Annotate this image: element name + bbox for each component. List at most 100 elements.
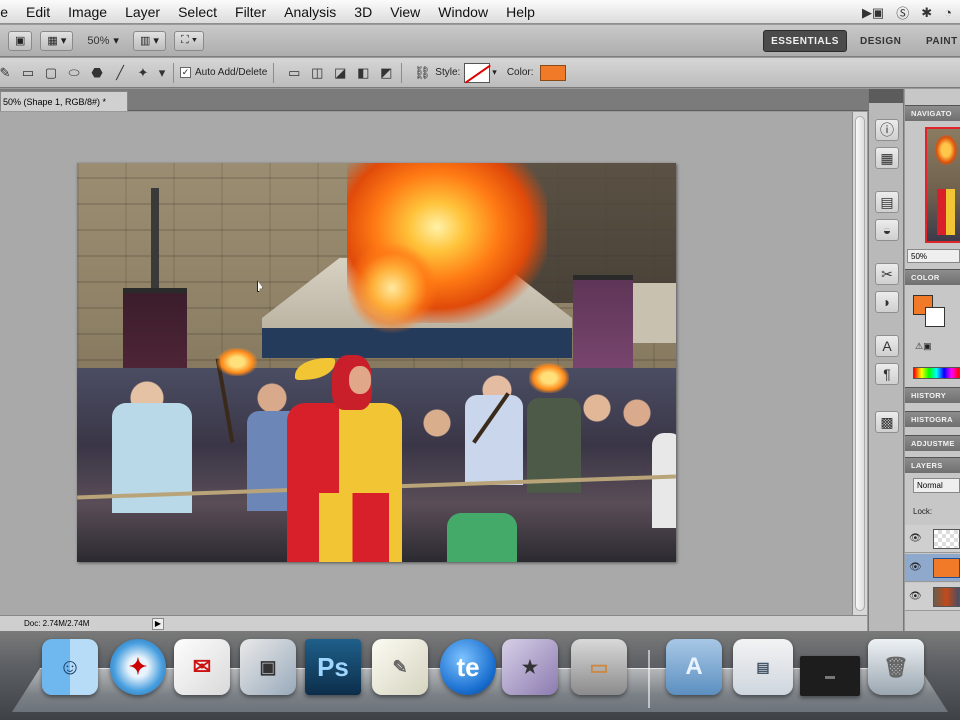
workspace-design[interactable]: DESIGN	[860, 30, 901, 52]
auto-add-delete-checkbox[interactable]: ✓	[180, 67, 191, 78]
exclude-shape-icon[interactable]: ◩	[377, 64, 395, 82]
application-bar: ▣ ▦ ▾ 50% ▾ ▥ ▾ ⛶ ▾ ESSENTIALS DESIGN PA…	[0, 25, 960, 57]
launch-bridge-button[interactable]: ▣	[8, 30, 33, 51]
shape-color-swatch[interactable]	[539, 64, 566, 81]
arrange-documents-button[interactable]: ▥ ▾	[132, 30, 166, 51]
panel-dock-header[interactable]	[869, 89, 903, 103]
document-size: Doc: 2.74M/2.74M	[24, 619, 90, 628]
document-tab[interactable]: 50% (Shape 1, RGB/8#) *	[0, 91, 128, 111]
dock-divider	[648, 650, 650, 708]
divider	[401, 62, 403, 83]
subtract-shape-icon[interactable]: ◪	[331, 64, 349, 82]
masks-icon[interactable]: ◒	[875, 219, 899, 241]
menu-filter[interactable]: Filter	[226, 4, 275, 20]
banner-pole	[151, 188, 159, 293]
iphoto-icon[interactable]: ▣	[240, 639, 296, 695]
status-bar: Doc: 2.74M/2.74M ▶	[0, 615, 867, 631]
vertical-scrollbar[interactable]	[852, 112, 867, 615]
color-panel-tab[interactable]: COLOR	[905, 269, 960, 285]
histogram-panel-tab[interactable]: HISTOGRA	[905, 411, 960, 427]
layer-row-shape-1[interactable]: 👁	[905, 554, 960, 582]
textedit-icon[interactable]: ✎	[372, 639, 428, 695]
applications-folder-icon[interactable]: A	[666, 639, 722, 695]
bluetooth-icon[interactable]: ✱	[921, 5, 932, 21]
mail-icon[interactable]: ✉	[174, 639, 230, 695]
menu-image[interactable]: Image	[59, 4, 116, 20]
keynote-icon[interactable]: ▭	[571, 639, 627, 695]
style-picker[interactable]	[464, 62, 491, 83]
clone-source-icon[interactable]: ▩	[875, 411, 899, 433]
layer-row-background[interactable]: 👁	[905, 583, 960, 611]
color-spectrum-bar[interactable]	[913, 367, 960, 379]
character-icon[interactable]: A	[875, 335, 899, 357]
rectangle-tool-icon[interactable]: ▭	[19, 64, 37, 82]
link-icon[interactable]: ⛓	[413, 64, 431, 82]
chevron-down-icon[interactable]: ▾	[157, 64, 167, 82]
eye-icon[interactable]: 👁	[909, 591, 922, 602]
history-panel-tab[interactable]: HISTORY	[905, 387, 960, 403]
right-panels: NAVIGATO 50% COLOR ⚠▣ HISTORY HISTOGRA A…	[905, 89, 960, 631]
paragraph-icon[interactable]: ¶	[875, 363, 899, 385]
photoshop-icon[interactable]: Ps	[305, 639, 361, 695]
menu-help[interactable]: Help	[497, 4, 544, 20]
status-menu-arrow-icon[interactable]: ▶	[152, 617, 164, 630]
chevron-down-icon[interactable]: ▾	[113, 34, 119, 47]
menu-edit[interactable]: Edit	[17, 4, 59, 20]
layer-row-transparent[interactable]: 👁	[905, 525, 960, 553]
zoom-level-dropdown[interactable]: 50%	[87, 35, 109, 47]
screen-mode-button[interactable]: ⛶ ▾	[173, 30, 205, 51]
intersect-shape-icon[interactable]: ◧	[354, 64, 372, 82]
menu-analysis[interactable]: Analysis	[275, 4, 345, 20]
eye-icon[interactable]: 👁	[909, 562, 922, 573]
styles-icon[interactable]: ▤	[875, 191, 899, 213]
finder-icon[interactable]: ☺	[42, 639, 98, 695]
chevron-down-icon[interactable]: ▾	[492, 67, 497, 78]
thumbnail-fire	[935, 135, 957, 165]
menu-3d[interactable]: 3D	[345, 4, 381, 20]
ellipse-tool-icon[interactable]: ⬭	[65, 64, 83, 82]
navigator-thumbnail[interactable]	[925, 127, 960, 243]
menu-layer[interactable]: Layer	[116, 4, 169, 20]
gamut-warning-icon[interactable]: ⚠▣	[915, 341, 932, 352]
spectator	[652, 433, 676, 528]
blend-mode-dropdown[interactable]: Normal	[913, 478, 960, 493]
safari-icon[interactable]: ✦	[110, 639, 166, 695]
swatches-icon[interactable]: ▦	[875, 147, 899, 169]
custom-shape-tool-icon[interactable]: ✦	[134, 64, 152, 82]
color-label: Color:	[506, 67, 534, 78]
wifi-icon[interactable]: ◔	[944, 5, 952, 20]
spectator	[447, 513, 517, 562]
skype-icon[interactable]: Ⓢ	[896, 3, 909, 22]
workspace-essentials[interactable]: ESSENTIALS	[763, 30, 847, 52]
scrollbar-thumb[interactable]	[855, 116, 865, 611]
fire-breather-photo[interactable]	[77, 163, 676, 562]
imovie-icon[interactable]: ★	[502, 639, 558, 695]
auto-add-delete-label: Auto Add/Delete	[195, 67, 268, 78]
layers-panel-tab[interactable]: LAYERS	[905, 457, 960, 473]
screen-record-icon[interactable]: ▶▣	[862, 5, 884, 21]
menu-select[interactable]: Select	[169, 4, 226, 20]
trash-icon[interactable]: 🗑	[868, 639, 924, 695]
navigator-zoom-field[interactable]: 50%	[907, 249, 960, 263]
view-extras-button[interactable]: ▦ ▾	[40, 30, 74, 51]
pen-tool-icon[interactable]: ✎	[0, 64, 14, 82]
info-icon[interactable]: ⓘ	[875, 119, 899, 141]
rounded-rectangle-tool-icon[interactable]: ▢	[42, 64, 60, 82]
line-tool-icon[interactable]: ╱	[111, 64, 129, 82]
add-to-shape-icon[interactable]: ◫	[308, 64, 326, 82]
create-new-layer-icon[interactable]: ▭	[285, 64, 303, 82]
workspace-paint[interactable]: PAINT	[926, 30, 958, 52]
brushes-icon[interactable]: ◗	[875, 291, 899, 313]
adjustments-panel-tab[interactable]: ADJUSTME	[905, 435, 960, 451]
background-color-swatch[interactable]	[925, 307, 945, 327]
minimized-display-icon[interactable]: ▬	[800, 656, 860, 696]
tool-presets-icon[interactable]: ✂	[875, 263, 899, 285]
menu-window[interactable]: Window	[429, 4, 497, 20]
minimized-window-icon[interactable]: ▤	[733, 639, 793, 695]
navigator-panel-tab[interactable]: NAVIGATO	[905, 105, 960, 121]
te-app-icon[interactable]: te	[440, 639, 496, 695]
polygon-tool-icon[interactable]: ⬣	[88, 64, 106, 82]
menu-file[interactable]: ile	[0, 4, 17, 20]
eye-icon[interactable]: 👁	[909, 533, 922, 544]
menu-view[interactable]: View	[381, 4, 429, 20]
